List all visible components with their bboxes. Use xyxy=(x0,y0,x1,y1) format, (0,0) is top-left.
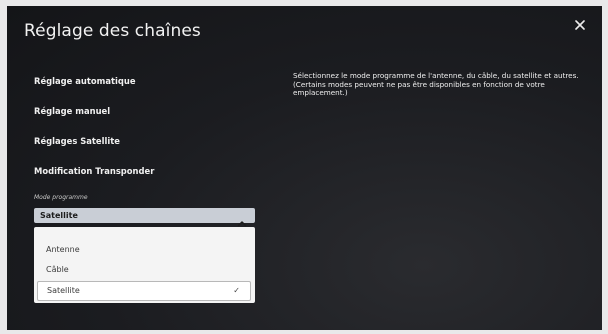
tv-screen: Réglage des chaînes Réglage automatique … xyxy=(7,6,602,330)
close-icon xyxy=(575,20,591,30)
menu-item-satellite-settings[interactable]: Réglages Satellite xyxy=(34,136,120,146)
option-antenne[interactable]: Antenne xyxy=(37,241,251,259)
select-value: Satellite xyxy=(40,211,78,220)
option-cable[interactable]: Câble xyxy=(37,261,251,279)
menu-item-transponder-edit[interactable]: Modification Transponder xyxy=(34,166,154,176)
option-satellite[interactable]: Satellite ✓ xyxy=(37,281,251,301)
mode-options-dropdown: Antenne Câble Satellite ✓ xyxy=(34,227,255,303)
option-label: Satellite xyxy=(47,286,80,295)
option-label: Antenne xyxy=(46,245,80,254)
mode-programme-label: Mode programme xyxy=(34,194,88,201)
close-button[interactable] xyxy=(575,20,591,36)
help-description: Sélectionnez le mode programme de l'ante… xyxy=(293,71,579,98)
option-label: Câble xyxy=(46,265,69,274)
menu-item-manual-tuning[interactable]: Réglage manuel xyxy=(34,106,110,116)
checkmark-icon: ✓ xyxy=(233,286,240,295)
page-title: Réglage des chaînes xyxy=(24,21,201,41)
menu-item-auto-tuning[interactable]: Réglage automatique xyxy=(34,76,136,86)
mode-programme-select[interactable]: Satellite xyxy=(34,208,255,227)
